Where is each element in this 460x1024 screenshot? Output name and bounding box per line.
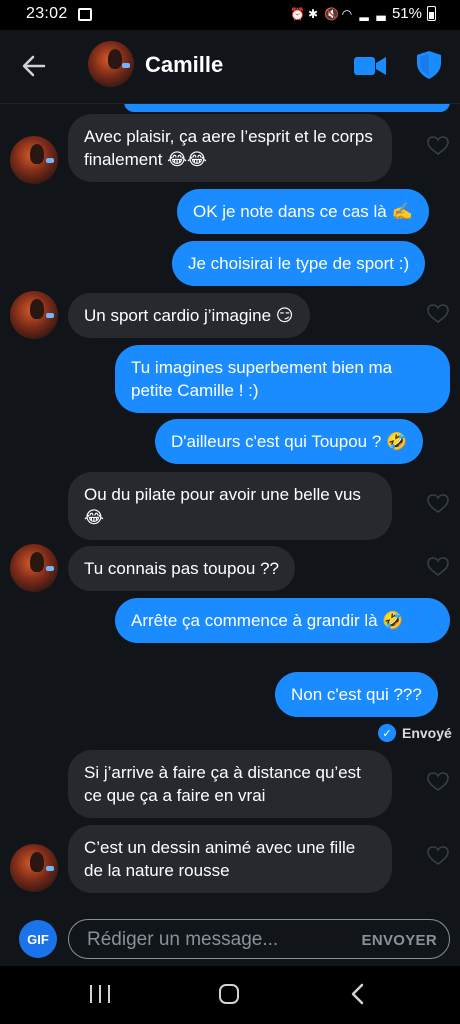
incoming-message[interactable]: Tu connais pas toupou ?? bbox=[68, 546, 296, 591]
gif-button[interactable]: GIF bbox=[19, 920, 57, 958]
incoming-message[interactable]: C’est un dessin animé avec une fille de … bbox=[68, 825, 392, 893]
system-back-icon[interactable] bbox=[350, 983, 364, 1005]
sent-status-label: Envoyé bbox=[402, 725, 452, 741]
outgoing-message[interactable]: D'ailleurs c'est qui Toupou ? 🤣 bbox=[155, 419, 424, 464]
message-input[interactable]: Rédiger un message... ENVOYER bbox=[68, 919, 450, 959]
back-arrow-icon[interactable] bbox=[20, 52, 48, 80]
wifi-icon: ◠ bbox=[341, 6, 353, 21]
send-button[interactable]: ENVOYER bbox=[362, 932, 437, 949]
like-heart-icon[interactable] bbox=[427, 136, 449, 156]
message-composer: GIF Rédiger un message... ENVOYER bbox=[0, 914, 460, 966]
recent-apps-icon[interactable] bbox=[90, 985, 110, 1003]
outgoing-message[interactable]: Tu imagines superbement bien ma petite C… bbox=[115, 345, 450, 413]
contact-avatar[interactable] bbox=[88, 41, 134, 87]
chat-header: Camille bbox=[0, 30, 460, 104]
outgoing-message[interactable]: Arrête ça commence à grandir là 🤣 bbox=[115, 598, 450, 643]
contact-name[interactable]: Camille bbox=[145, 52, 223, 78]
battery-percent: 51% bbox=[391, 5, 422, 22]
like-heart-icon[interactable] bbox=[427, 494, 449, 514]
signal-icon: ▂ bbox=[359, 6, 369, 21]
like-heart-icon[interactable] bbox=[427, 304, 449, 324]
message-input-placeholder: Rédiger un message... bbox=[87, 929, 279, 950]
contact-avatar-small[interactable] bbox=[10, 544, 58, 592]
like-heart-icon[interactable] bbox=[427, 557, 449, 577]
signal-icon-2: ▃ bbox=[376, 6, 386, 21]
like-heart-icon[interactable] bbox=[427, 846, 449, 866]
contact-avatar-small[interactable] bbox=[10, 291, 58, 339]
contact-avatar-small[interactable] bbox=[10, 844, 58, 892]
alarm-icon: ⏰ bbox=[289, 6, 305, 21]
contact-avatar-small[interactable] bbox=[10, 136, 58, 184]
like-heart-icon[interactable] bbox=[427, 772, 449, 792]
outgoing-message[interactable]: OK je note dans ce cas là ✍️ bbox=[177, 189, 429, 234]
status-icons: ⏰ ✱ 🔇 ◠ ▂ ▃ 51% bbox=[290, 5, 436, 22]
system-navigation-bar bbox=[0, 966, 460, 1024]
bluetooth-icon: ✱ bbox=[307, 6, 318, 21]
status-time: 23:02 bbox=[26, 5, 68, 22]
battery-icon bbox=[427, 6, 436, 21]
outgoing-message[interactable]: Non c'est qui ??? bbox=[275, 672, 438, 717]
gallery-notification-icon bbox=[78, 8, 92, 21]
message-list[interactable]: Avec plaisir, ça aere l’esprit et le cor… bbox=[0, 104, 460, 914]
status-bar: 23:02 ⏰ ✱ 🔇 ◠ ▂ ▃ 51% bbox=[0, 0, 460, 30]
safety-shield-icon[interactable] bbox=[416, 50, 442, 80]
video-call-icon[interactable] bbox=[353, 54, 387, 78]
mute-icon: 🔇 bbox=[323, 6, 339, 21]
sent-status: ✓ Envoyé bbox=[378, 724, 452, 742]
incoming-message[interactable]: Si j’arrive à faire ça à distance qu’est… bbox=[68, 750, 392, 818]
incoming-message[interactable]: Avec plaisir, ça aere l’esprit et le cor… bbox=[68, 114, 392, 182]
incoming-message[interactable]: Ou du pilate pour avoir une belle vus 😂 bbox=[68, 472, 392, 540]
message-bubble-partial bbox=[124, 104, 450, 112]
home-icon[interactable] bbox=[219, 984, 239, 1004]
incoming-message[interactable]: Un sport cardio j’imagine 😏 bbox=[68, 293, 310, 338]
sent-check-icon: ✓ bbox=[378, 724, 396, 742]
outgoing-message[interactable]: Je choisirai le type de sport :) bbox=[172, 241, 426, 286]
